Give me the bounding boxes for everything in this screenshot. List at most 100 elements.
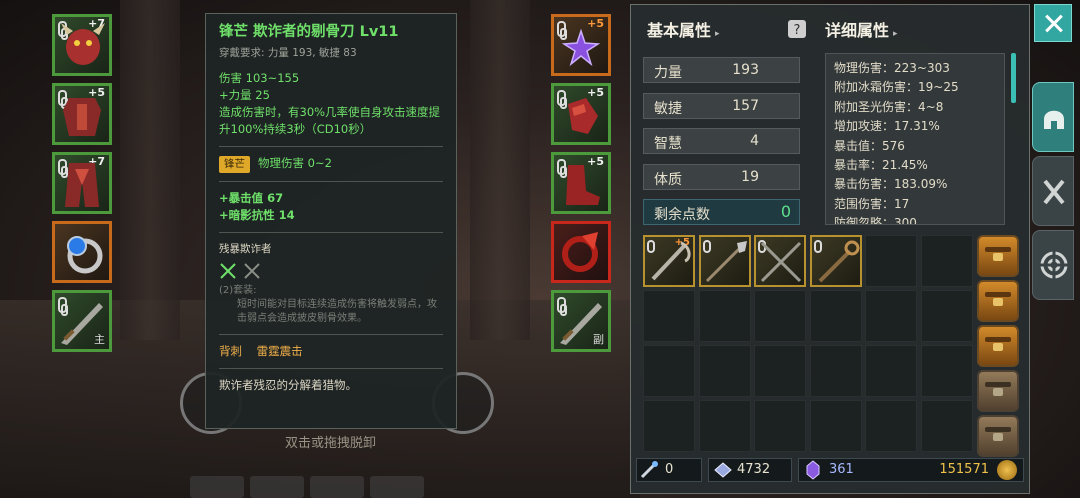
gold-coin-icon: [997, 460, 1017, 480]
inventory-empty-slot[interactable]: [698, 290, 751, 342]
hotbar-slot[interactable]: [310, 476, 364, 498]
item-tooltip: 锋芒 欺诈者的剔骨刀 Lv11 穿戴要求: 力量 193, 敏捷 83 伤害 1…: [205, 13, 457, 429]
svg-text:?: ?: [794, 23, 801, 38]
spear-icon: [705, 241, 747, 283]
demon-helmet-icon: [61, 23, 105, 65]
equip-slot-legs[interactable]: +7: [52, 152, 112, 214]
inventory-empty-slot[interactable]: [754, 400, 806, 452]
hotbar-slot[interactable]: [190, 476, 244, 498]
tab-talents[interactable]: [1032, 230, 1074, 300]
inventory-empty-slot[interactable]: [643, 345, 695, 397]
inventory-empty-slot[interactable]: [754, 290, 806, 342]
currency-gems: 0: [636, 458, 702, 482]
purple-star-amulet-icon: [561, 28, 601, 67]
detail-stat: 附加圣光伤害：4~8: [834, 99, 944, 114]
set-effect: 短时间能对目标连续造成伤害将触发弱点，攻击弱点会造成披皮剔骨效果。: [237, 299, 437, 324]
off-hand-tag: 副: [593, 333, 604, 346]
basic-attributes-title: 基本属性: [647, 21, 712, 40]
inventory-empty-slot[interactable]: [865, 235, 917, 287]
target-icon: [1040, 251, 1068, 279]
stat-constitution: 体质 19: [643, 164, 800, 190]
divider: [219, 368, 443, 369]
set-description: (2)套装: 短时间能对目标连续造成伤害将触发弱点，攻击弱点会造成披皮剔骨效果。: [219, 284, 443, 326]
hotbar-slot[interactable]: [370, 476, 424, 498]
gold-value: 151571: [939, 462, 989, 477]
stat-label: 力量: [654, 65, 682, 81]
inventory-item[interactable]: [754, 235, 806, 287]
inventory-empty-slot[interactable]: [920, 345, 973, 397]
diamonds-value: 361: [829, 462, 854, 477]
skill-name: 背刺: [219, 344, 242, 358]
equip-slot-gloves[interactable]: +5: [551, 83, 611, 145]
equip-slot-off-hand[interactable]: 副: [551, 290, 611, 352]
equip-slot-boots[interactable]: +5: [551, 152, 611, 214]
divider: [219, 181, 443, 182]
basic-attributes-header[interactable]: 基本属性 ▸: [647, 17, 720, 41]
equip-slot-ring-2[interactable]: [551, 221, 611, 283]
character-panel: 基本属性 ▸ ? 详细属性 ▸ 力量 193 敏捷 157 智慧 4 体质 19 剩余点数 0…: [630, 4, 1030, 494]
tab-equipment[interactable]: [1032, 82, 1074, 152]
inventory-empty-slot[interactable]: [809, 345, 862, 397]
inventory-empty-slot[interactable]: [920, 400, 973, 452]
inventory-item[interactable]: +5: [643, 235, 695, 287]
equip-slot-amulet[interactable]: +5: [551, 14, 611, 76]
inventory-empty-slot[interactable]: [698, 345, 751, 397]
unequip-hint: 双击或拖拽脱卸: [285, 436, 377, 451]
affix-badge: 锋芒: [219, 156, 250, 173]
remaining-points-label: 剩余点数: [654, 207, 710, 223]
item-strength-bonus: +力量 25: [219, 88, 270, 102]
inventory-empty-slot[interactable]: [865, 345, 917, 397]
detail-scrollbar[interactable]: [1011, 53, 1016, 103]
inventory-empty-slot[interactable]: [698, 400, 751, 452]
bag-tab-1[interactable]: [977, 235, 1019, 277]
crossed-swords-icon: [220, 263, 260, 279]
bag-tab-2[interactable]: [977, 280, 1019, 322]
close-button[interactable]: [1034, 4, 1072, 42]
item-damage: 伤害 103~155: [219, 71, 300, 85]
detail-stat: 暴击值：576: [834, 138, 905, 153]
staff-icon: [818, 240, 859, 283]
stat-label: 体质: [654, 172, 682, 188]
inventory-empty-slot[interactable]: [865, 290, 917, 342]
inventory-empty-slot[interactable]: [754, 345, 806, 397]
bag-tab-5[interactable]: [977, 415, 1019, 457]
stat-value: 157: [732, 98, 759, 114]
detail-stat: 增加攻速：17.31%: [834, 119, 940, 134]
item-flavor: 欺诈者残忍的分解着猎物。: [219, 378, 357, 392]
inventory-empty-slot[interactable]: [920, 235, 973, 287]
tab-skills[interactable]: [1032, 156, 1074, 226]
skill-name: 雷霆震击: [256, 344, 303, 358]
wand-icon: [640, 461, 658, 479]
item-effect: 造成伤害时，有30%几率使自身攻击速度提升100%持续3秒（CD10秒）: [219, 105, 441, 136]
help-icon[interactable]: ?: [787, 19, 807, 39]
item-shadow-res: +暗影抗性 14: [219, 208, 295, 222]
divider: [219, 334, 443, 335]
detail-stats-list[interactable]: 物理伤害：223~303 附加冰霜伤害：19~25 附加圣光伤害：4~8 增加攻…: [825, 53, 1005, 225]
equip-slot-ring[interactable]: [52, 221, 112, 283]
equip-slot-helmet[interactable]: +7: [52, 14, 112, 76]
equip-slot-main-hand[interactable]: 主: [52, 290, 112, 352]
inventory-empty-slot[interactable]: [809, 400, 862, 452]
detail-stat: 范围伤害：17: [834, 196, 910, 211]
detail-attributes-header[interactable]: 详细属性 ▸: [825, 17, 898, 41]
inventory-empty-slot[interactable]: [643, 400, 695, 452]
hotbar-slot[interactable]: [250, 476, 304, 498]
inventory-item[interactable]: [809, 235, 862, 287]
remaining-points-value: 0: [780, 202, 791, 221]
inventory-empty-slot[interactable]: [643, 290, 695, 342]
equip-slot-chest[interactable]: +5: [52, 83, 112, 145]
stat-label: 智慧: [654, 136, 682, 152]
chest-armor-icon: [63, 98, 101, 136]
detail-stat: 附加冰霜伤害：19~25: [834, 80, 959, 95]
bag-tab-3[interactable]: [977, 325, 1019, 367]
detail-stat: 防御忽略：300: [834, 216, 917, 225]
currency-crystals: 4732: [708, 458, 792, 482]
bag-tab-4[interactable]: [977, 370, 1019, 412]
inventory-empty-slot[interactable]: [865, 400, 917, 452]
divider: [219, 232, 443, 233]
inventory-item[interactable]: [698, 235, 751, 287]
crystals-value: 4732: [737, 462, 771, 477]
inventory-empty-slot[interactable]: [920, 290, 973, 342]
inventory-empty-slot[interactable]: [809, 290, 862, 342]
divider: [219, 146, 443, 147]
